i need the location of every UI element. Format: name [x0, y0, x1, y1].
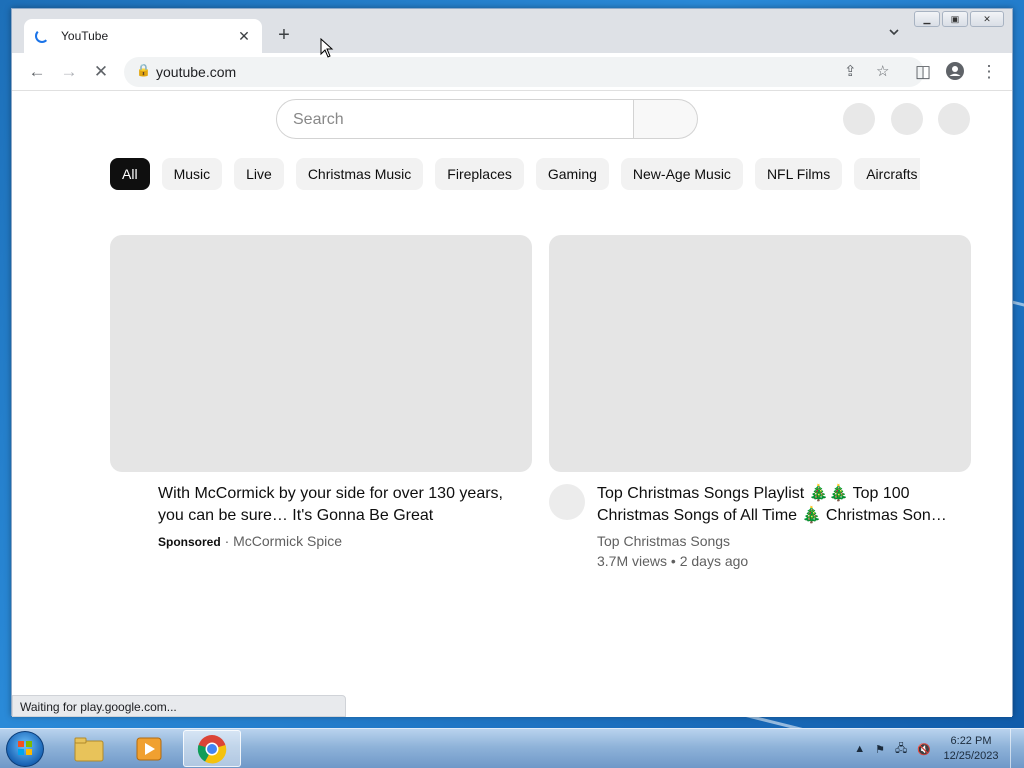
tab-strip: YouTube ✕ + ▁ ▣ ✕: [12, 9, 1012, 53]
video-title[interactable]: With McCormick by your side for over 130…: [158, 483, 528, 527]
chevron-down-icon[interactable]: [884, 26, 904, 46]
chip-aircrafts[interactable]: Aircrafts: [854, 158, 920, 190]
network-icon[interactable]: 🖧: [895, 740, 907, 759]
browser-toolbar: ← → ✕ 🔒 youtube.com ⇪ ☆ ◫ ⋮: [12, 53, 1012, 91]
close-icon[interactable]: ✕: [236, 28, 252, 45]
channel-name[interactable]: McCormick Spice: [233, 533, 342, 549]
youtube-page: Search All Music Live Christmas Music Fi…: [12, 92, 1012, 717]
media-player-icon: [136, 737, 162, 760]
mouse-cursor-icon: [320, 38, 334, 58]
channel-avatar-placeholder[interactable]: [549, 484, 585, 520]
taskbar-chrome[interactable]: [183, 730, 241, 767]
video-title[interactable]: Top Christmas Songs Playlist 🎄🎄 Top 100 …: [597, 483, 957, 527]
url-text: youtube.com: [156, 64, 237, 80]
address-bar[interactable]: 🔒 youtube.com ⇪ ☆: [124, 57, 924, 87]
new-tab-button[interactable]: +: [272, 24, 296, 48]
show-hidden-icons-icon[interactable]: ▲: [854, 743, 865, 755]
back-icon[interactable]: ←: [26, 62, 48, 84]
channel-name[interactable]: Top Christmas Songs: [597, 533, 730, 549]
window-close-button[interactable]: ✕: [970, 11, 1004, 27]
account-avatar-placeholder[interactable]: [938, 103, 970, 135]
forward-icon[interactable]: →: [58, 62, 80, 84]
lock-icon[interactable]: 🔒: [136, 63, 151, 77]
profile-icon[interactable]: [944, 62, 966, 84]
clock-time: 6:22 PM: [950, 735, 992, 747]
minimize-button[interactable]: ▁: [914, 11, 940, 27]
chip-christmas-music[interactable]: Christmas Music: [295, 158, 424, 190]
volume-muted-icon[interactable]: 🔇: [917, 743, 931, 756]
sponsored-label: Sponsored: [158, 535, 221, 549]
taskbar: ▲ ⚑ 🖧 🔇 6:22 PM 12/25/2023: [0, 728, 1024, 768]
menu-kebab-icon[interactable]: ⋮: [978, 62, 1000, 84]
chip-live[interactable]: Live: [234, 158, 284, 190]
chip-fireplaces[interactable]: Fireplaces: [435, 158, 524, 190]
video-thumbnail-placeholder[interactable]: [549, 235, 971, 472]
create-button-placeholder[interactable]: [843, 103, 875, 135]
video-thumbnail-placeholder[interactable]: [110, 235, 532, 472]
bookmark-star-icon[interactable]: ☆: [876, 62, 889, 80]
search-input[interactable]: Search: [276, 99, 634, 139]
start-button[interactable]: [6, 731, 44, 767]
clock-date: 12/25/2023: [943, 750, 999, 762]
chrome-icon: [197, 734, 227, 764]
filter-chips: All Music Live Christmas Music Fireplace…: [110, 158, 920, 190]
share-icon[interactable]: ⇪: [844, 62, 857, 80]
clock[interactable]: 6:22 PM 12/25/2023: [936, 734, 1006, 764]
action-center-flag-icon[interactable]: ⚑: [875, 743, 885, 756]
windows-logo-icon: [18, 741, 32, 755]
video-views-age: 3.7M views • 2 days ago: [597, 553, 749, 569]
notifications-button-placeholder[interactable]: [891, 103, 923, 135]
search-button[interactable]: [634, 99, 698, 139]
taskbar-media-player[interactable]: [120, 730, 178, 767]
browser-window: YouTube ✕ + ▁ ▣ ✕ ← → ✕ 🔒 youtube.com ⇪ …: [11, 8, 1013, 717]
chip-nfl-films[interactable]: NFL Films: [754, 158, 843, 190]
chip-music[interactable]: Music: [161, 158, 223, 190]
tab-youtube[interactable]: YouTube ✕: [24, 19, 262, 53]
taskbar-explorer[interactable]: [60, 730, 118, 767]
side-panel-icon[interactable]: ◫: [912, 62, 934, 84]
window-controls: ▁ ▣ ✕: [914, 11, 1004, 27]
show-desktop-button[interactable]: [1010, 729, 1024, 768]
maximize-button[interactable]: ▣: [942, 11, 968, 27]
chip-gaming[interactable]: Gaming: [535, 158, 609, 190]
stop-loading-icon[interactable]: ✕: [90, 62, 112, 84]
tab-title: YouTube: [61, 29, 109, 43]
chip-all[interactable]: All: [110, 158, 150, 190]
status-bubble: Waiting for play.google.com...: [12, 695, 346, 717]
system-tray: ▲ ⚑ 🖧 🔇 6:22 PM 12/25/2023: [849, 729, 1024, 768]
video-meta: Sponsored · McCormick Spice: [158, 533, 342, 549]
chip-new-age-music[interactable]: New-Age Music: [620, 158, 743, 190]
meta-separator: ·: [224, 533, 234, 549]
folder-icon: [74, 737, 104, 761]
loading-spinner-icon: [35, 29, 49, 43]
